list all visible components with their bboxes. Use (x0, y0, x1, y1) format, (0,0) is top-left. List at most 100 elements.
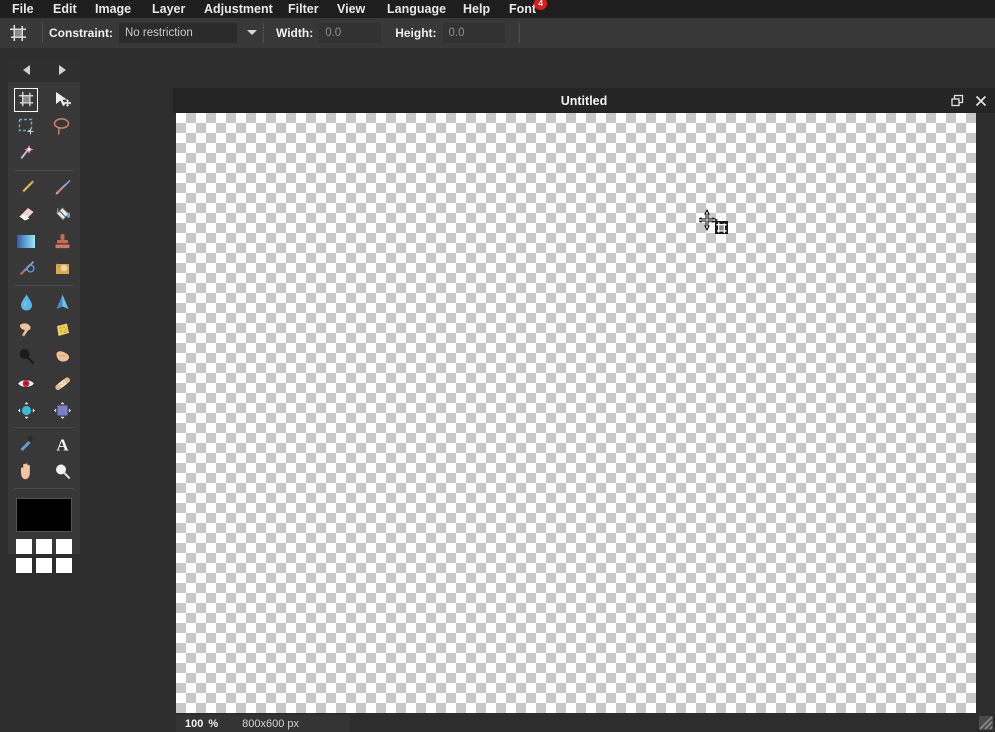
text-icon: A (50, 433, 74, 457)
document-window: Untitled 100 % 800x600 px (173, 88, 995, 732)
tool-grid: A (8, 82, 80, 489)
tool-row (8, 458, 80, 485)
tool-sponge[interactable] (44, 316, 80, 343)
menu-label: Layer (152, 2, 186, 16)
primary-color-swatch[interactable] (16, 498, 72, 532)
constraint-label: Constraint: (49, 26, 113, 40)
tool-zoom[interactable] (44, 458, 80, 485)
pinch-icon (50, 399, 74, 423)
palette-swatch[interactable] (36, 539, 52, 554)
move-icon (50, 88, 74, 112)
tool-lasso[interactable] (44, 113, 80, 140)
constraint-select[interactable]: No restriction (119, 23, 257, 43)
tool-blur[interactable] (8, 289, 44, 316)
tool-row: A (8, 431, 80, 458)
menu-filter[interactable]: Filter (288, 0, 319, 18)
tool-options-bar: Constraint: No restriction Width: 0.0 He… (0, 18, 995, 48)
palette-swatch[interactable] (36, 558, 52, 573)
tool-pencil[interactable] (8, 174, 44, 201)
palette-swatches (16, 539, 72, 573)
palette-swatch[interactable] (56, 539, 72, 554)
palette-swatch[interactable] (16, 558, 32, 573)
tool-dodge[interactable] (8, 343, 44, 370)
menu-label: Font (509, 2, 537, 16)
width-input[interactable]: 0.0 (319, 23, 382, 43)
tool-magic-wand[interactable] (8, 140, 44, 167)
zoom-unit: % (208, 717, 219, 730)
menu-language[interactable]: Language (387, 0, 446, 18)
tool-hand[interactable] (8, 458, 44, 485)
document-dimensions: 800x600 px (242, 717, 300, 730)
close-window-icon[interactable] (975, 95, 987, 107)
window-buttons (951, 88, 987, 113)
resize-grip[interactable] (979, 716, 993, 730)
paint-bucket-icon (50, 203, 74, 227)
tool-burn[interactable] (44, 343, 80, 370)
tool-clone-stamp[interactable] (44, 228, 80, 255)
mixer-brush-icon (14, 257, 38, 281)
menu-bar: File Edit Image Layer Adjustment Filter View La… (0, 0, 995, 18)
tool-crop[interactable] (8, 86, 44, 113)
menu-label: Language (387, 2, 447, 16)
eyedropper-icon (14, 433, 38, 457)
tool-bloat[interactable] (8, 397, 44, 424)
tool-text[interactable]: A (44, 431, 80, 458)
rectangular-marquee-icon (14, 115, 38, 139)
tool-pinch[interactable] (44, 397, 80, 424)
patch-icon (50, 257, 74, 281)
menu-label: View (337, 2, 366, 16)
menu-view[interactable]: View (337, 0, 365, 18)
tool-sharpen[interactable] (44, 289, 80, 316)
menu-layer[interactable]: Layer (152, 0, 185, 18)
constraint-value: No restriction (125, 27, 193, 39)
tool-eyedropper[interactable] (8, 431, 44, 458)
options-divider (42, 23, 43, 43)
menu-edit[interactable]: Edit (53, 0, 77, 18)
tool-healing-brush[interactable] (44, 370, 80, 397)
tool-paintbrush[interactable] (44, 174, 80, 201)
tool-rectangular-marquee[interactable] (8, 113, 44, 140)
palette-swatch[interactable] (56, 558, 72, 573)
menu-label: Adjustment (204, 2, 273, 16)
tool-divider (14, 170, 74, 171)
tool-row (8, 289, 80, 316)
palette-swatch[interactable] (16, 539, 32, 554)
chevron-down-icon (247, 30, 257, 35)
menu-label: Filter (288, 2, 319, 16)
menu-font[interactable]: Font 4 (509, 0, 548, 18)
font-notification-badge: 4 (534, 0, 548, 10)
menu-image[interactable]: Image (95, 0, 131, 18)
lasso-icon (50, 115, 74, 139)
tool-divider (14, 488, 74, 489)
red-eye-icon (14, 372, 38, 396)
tool-smudge[interactable] (8, 316, 44, 343)
canvas-area[interactable]: 100 % 800x600 px (173, 113, 995, 732)
blur-droplet-icon (14, 291, 38, 315)
next-tools-arrow-icon[interactable] (58, 65, 66, 75)
tool-mixer-brush[interactable] (8, 255, 44, 282)
tool-gradient[interactable] (8, 228, 44, 255)
menu-adjustment[interactable]: Adjustment (204, 0, 273, 18)
restore-window-icon[interactable] (951, 94, 964, 107)
height-input[interactable]: 0.0 (442, 23, 505, 43)
tool-row (8, 174, 80, 201)
menu-help[interactable]: Help (463, 0, 490, 18)
options-divider-2 (263, 23, 264, 43)
height-label: Height: (395, 26, 437, 40)
menu-file[interactable]: File (12, 0, 34, 18)
tool-paint-bucket[interactable] (44, 201, 80, 228)
sponge-icon (50, 318, 74, 342)
tool-eraser[interactable] (8, 201, 44, 228)
tool-red-eye[interactable] (8, 370, 44, 397)
prev-tools-arrow-icon[interactable] (22, 65, 30, 75)
tool-row (8, 113, 80, 140)
transparent-canvas[interactable] (176, 113, 976, 713)
bandage-icon (50, 372, 74, 396)
smudge-finger-icon (14, 318, 38, 342)
tool-move[interactable] (44, 86, 80, 113)
tool-row (8, 228, 80, 255)
document-title: Untitled (560, 93, 608, 108)
options-divider-3 (518, 23, 520, 43)
tool-patch[interactable] (44, 255, 80, 282)
gradient-icon (14, 230, 38, 254)
